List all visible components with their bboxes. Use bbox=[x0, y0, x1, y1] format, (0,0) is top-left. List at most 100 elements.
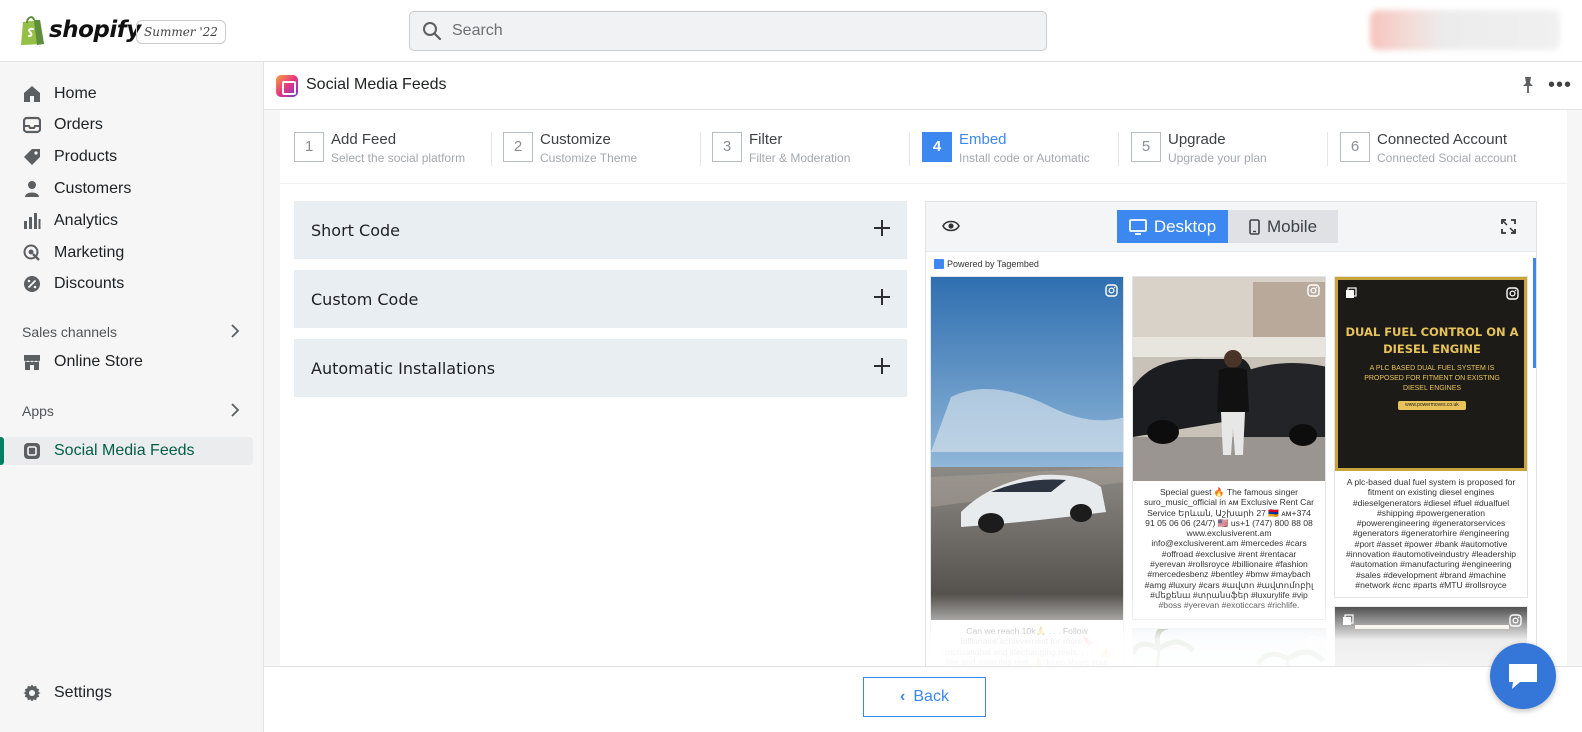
mobile-icon bbox=[1249, 218, 1260, 235]
preview-toolbar: Desktop Mobile bbox=[926, 202, 1536, 252]
step-divider bbox=[700, 132, 701, 166]
step-subtitle: Install code or Automatic bbox=[959, 151, 1090, 165]
tag-icon bbox=[22, 147, 42, 167]
sidebar-item-discounts[interactable]: Discounts bbox=[22, 270, 124, 298]
step-title: Upgrade bbox=[1168, 131, 1226, 148]
multi-image-icon bbox=[1343, 614, 1354, 625]
powered-by-badge[interactable]: Powered by Tagembed bbox=[934, 259, 1039, 269]
tagembed-logo-icon bbox=[934, 259, 944, 269]
desktop-icon bbox=[1128, 218, 1147, 235]
plus-icon[interactable] bbox=[873, 288, 891, 306]
discount-icon bbox=[22, 274, 42, 294]
step-number: 2 bbox=[503, 132, 533, 162]
active-indicator bbox=[0, 437, 4, 465]
feed-post-card[interactable]: DUAL FUEL CONTROL ON A DIESEL ENGINE A P… bbox=[1334, 276, 1528, 598]
instagram-icon[interactable] bbox=[1307, 284, 1320, 297]
plus-icon[interactable] bbox=[873, 357, 891, 375]
app-header: Social Media Feeds ••• bbox=[264, 62, 1582, 110]
sidebar-item-home[interactable]: Home bbox=[22, 80, 97, 108]
desktop-label: Desktop bbox=[1153, 216, 1217, 236]
fullscreen-icon[interactable] bbox=[1501, 219, 1516, 234]
main-content: 1 Add Feed Select the social platform 2 … bbox=[280, 110, 1567, 695]
person-icon bbox=[22, 179, 42, 199]
sidebar-item-label: Social Media Feeds bbox=[54, 442, 195, 459]
sidebar: Home Orders Products Customers Analytics… bbox=[0, 62, 264, 732]
sidebar-item-marketing[interactable]: Marketing bbox=[22, 239, 124, 267]
post-image bbox=[931, 277, 1123, 620]
sidebar-item-label: Marketing bbox=[54, 244, 125, 261]
search-icon bbox=[423, 22, 442, 41]
step-title: Filter bbox=[749, 131, 783, 148]
eye-icon[interactable] bbox=[942, 219, 960, 233]
feed-post-card[interactable]: Can we reach 10k🙏 . . . Follow billionai… bbox=[930, 276, 1124, 694]
step-subtitle: Connected Social account bbox=[1377, 151, 1517, 165]
desktop-toggle[interactable]: Desktop bbox=[1117, 210, 1228, 243]
accordion-custom-code[interactable]: Custom Code bbox=[294, 270, 907, 328]
step-divider bbox=[909, 132, 910, 166]
post-image-subtitle: A PLC BASED DUAL FUEL SYSTEM IS PROPOSED… bbox=[1364, 365, 1500, 392]
bar-chart-icon bbox=[22, 211, 42, 231]
instagram-icon[interactable] bbox=[1506, 287, 1519, 300]
step-number: 4 bbox=[922, 132, 952, 162]
back-button[interactable]: ‹ Back bbox=[863, 677, 986, 717]
chevron-right-icon[interactable] bbox=[228, 403, 242, 417]
feed-post-card[interactable]: Special guest 🔥 The famous singer suro_m… bbox=[1132, 276, 1326, 620]
step-subtitle: Filter & Moderation bbox=[749, 151, 851, 165]
sidebar-item-label: Discounts bbox=[54, 275, 125, 292]
feed-preview: Desktop Mobile Powered by Tagembed Can w… bbox=[925, 201, 1537, 695]
app-icon bbox=[22, 441, 42, 461]
step-number: 6 bbox=[1340, 132, 1370, 162]
chevron-right-icon[interactable] bbox=[228, 324, 242, 338]
mobile-toggle[interactable]: Mobile bbox=[1228, 210, 1338, 243]
accordion-automatic-installations[interactable]: Automatic Installations bbox=[294, 339, 907, 397]
sidebar-item-social-media-feeds[interactable]: Social Media Feeds bbox=[22, 437, 195, 465]
more-actions-icon[interactable]: ••• bbox=[1548, 74, 1572, 97]
accordion-label: Short Code bbox=[311, 221, 400, 240]
sidebar-item-orders[interactable]: Orders bbox=[22, 111, 103, 139]
stepper: 1 Add Feed Select the social platform 2 … bbox=[280, 110, 1567, 184]
step-number: 3 bbox=[712, 132, 742, 162]
sidebar-item-customers[interactable]: Customers bbox=[22, 175, 131, 203]
chat-bubble-icon bbox=[1509, 664, 1537, 689]
sidebar-item-label: Products bbox=[54, 148, 118, 165]
step-title: Add Feed bbox=[331, 131, 397, 148]
post-image-title: DUAL FUEL CONTROL ON A DIESEL ENGINE bbox=[1345, 325, 1519, 356]
chevron-left-icon: ‹ bbox=[900, 688, 906, 705]
step-number: 5 bbox=[1131, 132, 1161, 162]
sidebar-item-analytics[interactable]: Analytics bbox=[22, 207, 118, 235]
chat-button[interactable] bbox=[1490, 643, 1556, 709]
instagram-icon[interactable] bbox=[1105, 284, 1118, 297]
sidebar-item-label: Analytics bbox=[54, 212, 119, 229]
instagram-icon[interactable] bbox=[1509, 614, 1522, 627]
sidebar-item-online-store[interactable]: Online Store bbox=[22, 348, 143, 376]
sidebar-item-products[interactable]: Products bbox=[22, 143, 117, 171]
accordion-short-code[interactable]: Short Code bbox=[294, 201, 907, 259]
search-input[interactable] bbox=[452, 22, 1012, 40]
target-icon bbox=[22, 243, 42, 263]
sidebar-item-label: Orders bbox=[54, 116, 103, 133]
post-image: DUAL FUEL CONTROL ON A DIESEL ENGINE A P… bbox=[1335, 277, 1527, 471]
step-title: Connected Account bbox=[1377, 131, 1508, 148]
sidebar-item-label: Online Store bbox=[54, 353, 143, 370]
step-subtitle: Customize Theme bbox=[540, 151, 638, 165]
home-icon bbox=[22, 84, 42, 104]
shopify-logo[interactable]: shopify bbox=[18, 14, 141, 46]
powered-by-text: Powered by Tagembed bbox=[947, 259, 1039, 269]
apps-label: Apps bbox=[22, 403, 54, 419]
instagram-icon[interactable] bbox=[1307, 636, 1320, 649]
preview-scrollbar[interactable] bbox=[1533, 258, 1536, 368]
search-bar[interactable] bbox=[409, 11, 1047, 51]
mobile-label: Mobile bbox=[1266, 216, 1318, 236]
sidebar-item-label: Customers bbox=[54, 180, 132, 197]
sidebar-item-settings[interactable]: Settings bbox=[22, 679, 112, 707]
edition-badge: Summer '22 bbox=[136, 20, 226, 44]
plus-icon[interactable] bbox=[873, 219, 891, 237]
sidebar-item-label: Settings bbox=[54, 684, 112, 701]
pin-icon[interactable] bbox=[1519, 76, 1537, 94]
post-caption: A plc-based dual fuel system is proposed… bbox=[1345, 477, 1517, 590]
post-image bbox=[1133, 277, 1325, 481]
sales-channels-label: Sales channels bbox=[22, 324, 117, 340]
account-menu[interactable] bbox=[1370, 10, 1560, 50]
step-divider bbox=[1327, 132, 1328, 166]
social-media-feeds-app-icon bbox=[276, 75, 298, 97]
